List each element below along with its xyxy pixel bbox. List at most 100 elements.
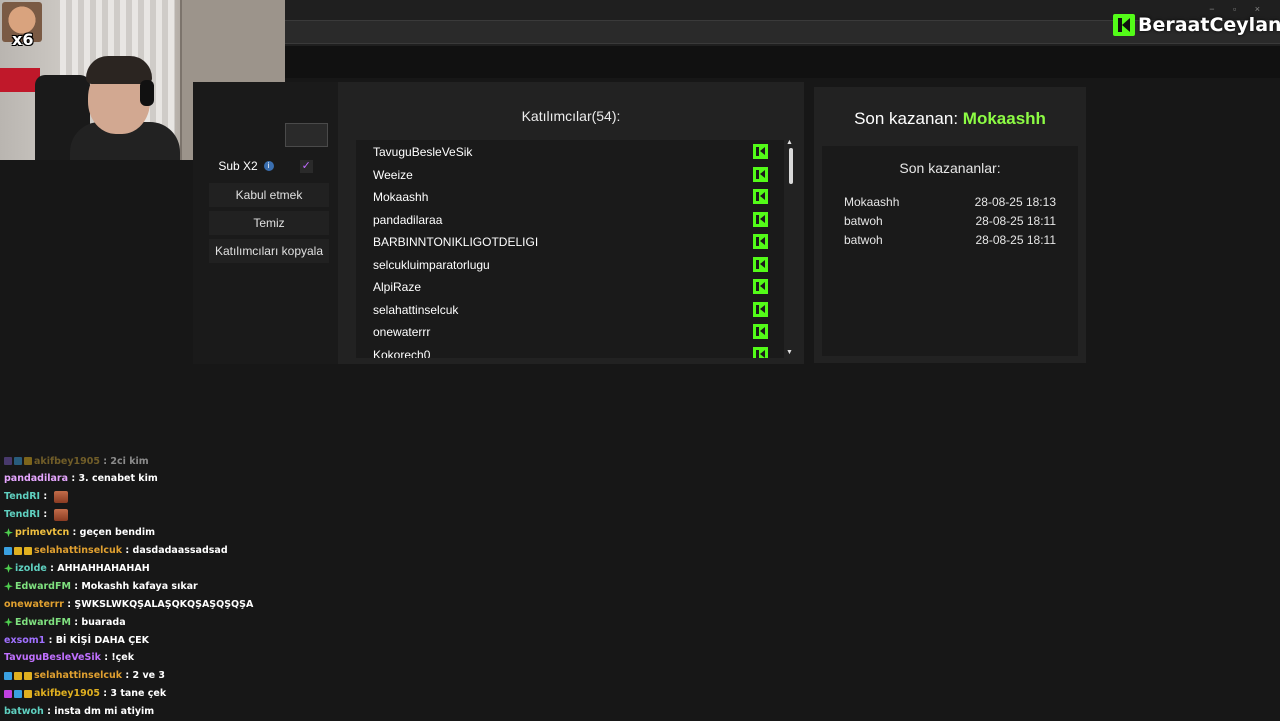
participants-list[interactable]: TavuguBesleVeSik Weeize Mokaashh pandadilar… [356, 140, 784, 358]
participant-name: Mokaashh [373, 190, 429, 204]
winner-row-name: batwoh [844, 233, 883, 247]
participant-row[interactable]: Weeize [356, 163, 784, 185]
sub-x2-label: Sub X2 [218, 159, 258, 173]
kick-badge-icon [753, 166, 768, 182]
streamer-name: BeraatCeylan [1138, 14, 1280, 36]
participant-name: onewaterrr [373, 325, 431, 339]
chat-badge-icon [14, 689, 22, 698]
sparkle-badge-icon [4, 563, 13, 573]
participant-row[interactable]: Mokaashh [356, 185, 784, 207]
chat-username[interactable]: exsom1 [4, 635, 45, 646]
chat-username[interactable]: TavuguBesleVeSik [4, 652, 101, 663]
chat-message: exsom1 : Bİ KİŞİ DAHA ÇEK [4, 631, 149, 649]
chat-username[interactable]: EdwardFM [15, 617, 71, 628]
scroll-down-icon[interactable]: ▼ [786, 349, 793, 356]
chat-separator: : [68, 473, 79, 485]
chat-message: EdwardFM : buarada [4, 613, 126, 631]
participant-row[interactable]: Kokorech0 [356, 343, 784, 359]
chat-message: akifbey1905 : 2ci kim [4, 452, 149, 470]
chat-username[interactable]: akifbey1905 [34, 688, 100, 699]
chat-username[interactable]: akifbey1905 [34, 456, 100, 467]
chat-text: 3 tane çek [110, 688, 167, 700]
participant-name: pandadilaraa [373, 212, 443, 227]
winner-row-date: 28-08-25 18:13 [974, 195, 1056, 209]
chat-text: dasdadaassadsad [132, 545, 228, 556]
chat-username[interactable]: pandadilara [4, 473, 68, 484]
chat-badge-icon [14, 457, 22, 465]
last-winner-label: Son kazanan: [854, 109, 959, 128]
sparkle-badge-icon [4, 617, 13, 627]
chat-text: Mokashh kafaya sıkar [81, 580, 198, 592]
chat-message: TavuguBesleVeSik : !çek [4, 649, 134, 667]
chat-username[interactable]: batwoh [4, 706, 44, 717]
sub-x2-option[interactable]: Sub X2 i ✓ [193, 156, 338, 176]
keyword-input[interactable] [285, 123, 328, 147]
headphone [140, 80, 154, 106]
chat-message: akifbey1905 : 3 tane çek [4, 685, 166, 703]
chat-username[interactable]: TendRI [4, 509, 40, 520]
chat-separator: : [100, 455, 111, 467]
participant-row[interactable]: BARBINNTONIKLIGOTDELIGI [356, 230, 784, 252]
chat-separator: : [122, 670, 133, 682]
clear-button[interactable]: Temiz [209, 211, 329, 235]
chat-text: insta dm mi atiyim [54, 706, 155, 718]
list-scrollbar-thumb[interactable] [789, 148, 793, 184]
participant-row[interactable]: AlpiRaze [356, 275, 784, 297]
participant-row[interactable]: pandadilaraa [356, 208, 784, 230]
emote-multiplier: x6 [12, 30, 34, 49]
chat-badge-icon [24, 457, 32, 465]
chat-text: 2 ve 3 [132, 670, 166, 682]
chat-message: pandadilara : 3. cenabet kim [4, 470, 158, 488]
winner-row: batwoh 28-08-25 18:11 [844, 214, 1056, 232]
chat-username[interactable]: primevtcn [15, 527, 69, 538]
chat-username[interactable]: izolde [15, 563, 47, 574]
participant-name: BARBINNTONIKLIGOTDELIGI [373, 235, 539, 249]
chat-badge-icon [14, 671, 22, 680]
chat-separator: : [46, 562, 58, 574]
winners-list-box [822, 146, 1078, 356]
participant-row[interactable]: selcukluimparatorlugu [356, 253, 784, 275]
chat-message: TendRI : [4, 506, 68, 524]
sub-x2-checkbox[interactable]: ✓ [299, 159, 313, 173]
chat-separator: : [100, 652, 112, 664]
kick-logo-icon [1113, 14, 1135, 36]
chat-message: EdwardFM : Mokashh kafaya sıkar [4, 577, 198, 595]
chat-badge-icon [4, 457, 12, 465]
chat-badge-icon [14, 546, 22, 555]
copy-participants-button[interactable]: Katılımcıları kopyala [209, 239, 329, 263]
streamer-logo: BeraatCeylan [1113, 12, 1280, 38]
chat-emote-icon [53, 508, 68, 521]
scroll-up-icon[interactable]: ▲ [786, 139, 793, 146]
winner-row: batwoh 28-08-25 18:11 [844, 233, 1056, 251]
participant-row[interactable]: TavuguBesleVeSik [356, 140, 784, 162]
chat-username[interactable]: selahattinselcuk [34, 545, 122, 556]
chat-badge-icon [4, 689, 12, 698]
chat-badge-icon [4, 671, 12, 680]
chat-message: onewaterrr : ŞWKSLWKQŞALAŞQKQŞAŞQŞQŞA [4, 595, 253, 613]
participants-title: Katılımcılar(54): [521, 108, 621, 124]
accept-button[interactable]: Kabul etmek [209, 183, 329, 207]
chat-message: TendRI : [4, 488, 68, 506]
participant-name: selahattinselcuk [373, 302, 459, 317]
chat-separator: : [70, 580, 82, 592]
participant-name: Kokorech0 [373, 347, 431, 359]
chat-username[interactable]: onewaterrr [4, 599, 64, 610]
chat-text: ŞWKSLWKQŞALAŞQKQŞAŞQŞQŞA [74, 598, 254, 610]
participant-row[interactable]: selahattinselcuk [356, 298, 784, 320]
winner-row-date: 28-08-25 18:11 [975, 233, 1056, 247]
chat-username[interactable]: TendRI [4, 491, 40, 502]
chat-separator: : [100, 688, 111, 700]
chat-badge-icon [24, 671, 32, 680]
kick-badge-icon [753, 324, 768, 339]
chat-text: AHHAHHAHAHAH [57, 562, 150, 574]
chat-username[interactable]: EdwardFM [15, 581, 71, 592]
info-icon[interactable]: i [263, 161, 274, 171]
chat-separator: : [69, 527, 80, 539]
participant-name: TavuguBesleVeSik [373, 145, 473, 159]
participant-row[interactable]: onewaterrr [356, 320, 784, 342]
sparkle-badge-icon [4, 528, 13, 538]
chat-separator: : [43, 706, 55, 718]
chat-badge-icon [4, 546, 12, 555]
chat-text: 2ci kim [110, 455, 149, 467]
chat-username[interactable]: selahattinselcuk [34, 670, 122, 681]
